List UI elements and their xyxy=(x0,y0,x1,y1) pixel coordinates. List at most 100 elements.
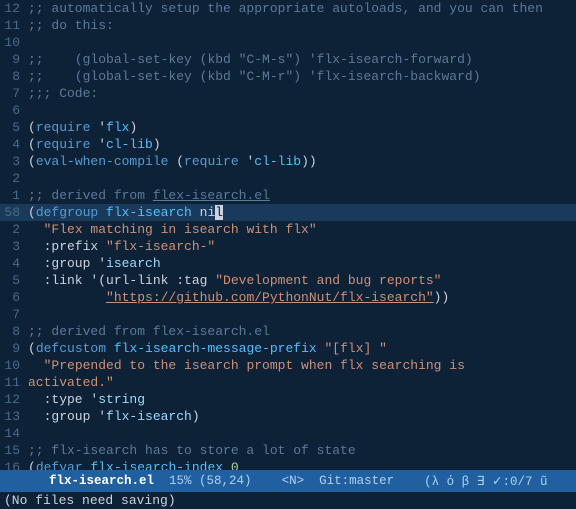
code-token: ) xyxy=(192,409,200,424)
status-filename: flx-isearch.el xyxy=(49,474,154,488)
code-token: )) xyxy=(434,290,450,305)
code-token: l xyxy=(215,205,223,220)
line-number: 58 xyxy=(0,204,28,221)
code-token: ( xyxy=(28,205,36,220)
line-number: 1 xyxy=(0,187,28,204)
line-content: :group 'flx-isearch) xyxy=(28,408,576,425)
code-line: 3(eval-when-compile (require 'cl-lib)) xyxy=(0,153,576,170)
line-number: 14 xyxy=(0,425,28,442)
code-line: 8;; derived from flex-isearch.el xyxy=(0,323,576,340)
code-line: 6 xyxy=(0,102,576,119)
status-lambda: (λ ό β ∃ ✓:0/7 ũ xyxy=(394,473,547,489)
code-line: 12;; automatically setup the appropriate… xyxy=(0,0,576,17)
code-token: ) xyxy=(153,137,161,152)
code-line: 10 xyxy=(0,34,576,51)
code-token: flx-isearch-index xyxy=(90,460,223,470)
code-token: )) xyxy=(301,154,317,169)
line-content: ;; (global-set-key (kbd "C-M-s") 'flx-is… xyxy=(28,51,576,68)
code-token: ;;; Code: xyxy=(28,86,98,101)
code-token: ) xyxy=(129,120,137,135)
mini-buffer-text: (No files need saving) xyxy=(4,493,176,508)
code-token: "flx-isearch-" xyxy=(106,239,215,254)
code-token xyxy=(28,290,106,305)
status-mode: <N> Git:master xyxy=(252,474,395,488)
code-token: :prefix xyxy=(28,239,106,254)
line-content: ;; do this: xyxy=(28,17,576,34)
line-number: 15 xyxy=(0,442,28,459)
line-number: 10 xyxy=(0,34,28,51)
line-content: "Prepended to the isearch prompt when fl… xyxy=(28,357,576,374)
code-token: :link '(url-link :tag xyxy=(28,273,215,288)
code-line: 11activated." xyxy=(0,374,576,391)
code-token xyxy=(106,341,114,356)
line-number: 4 xyxy=(0,255,28,272)
code-line: 3 :prefix "flx-isearch-" xyxy=(0,238,576,255)
code-token: flex-isearch.el xyxy=(153,188,270,203)
line-number: 12 xyxy=(0,391,28,408)
code-token: ' xyxy=(90,137,106,152)
line-number: 8 xyxy=(0,323,28,340)
line-number: 9 xyxy=(0,340,28,357)
code-token: (global-set-key (kbd "C-M-r") 'flx-isear… xyxy=(75,69,481,84)
line-content: ;; (global-set-key (kbd "C-M-r") 'flx-is… xyxy=(28,68,576,85)
line-content: (eval-when-compile (require 'cl-lib)) xyxy=(28,153,576,170)
code-token: ( xyxy=(28,120,36,135)
line-number: 11 xyxy=(0,374,28,391)
line-number: 16 xyxy=(0,459,28,470)
line-number: 7 xyxy=(0,85,28,102)
code-token: "Prepended to the isearch prompt when fl… xyxy=(44,358,465,373)
code-token: ;; derived from xyxy=(28,188,153,203)
code-token: string xyxy=(98,392,145,407)
line-content: ;; automatically setup the appropriate a… xyxy=(28,0,576,17)
code-token: ' xyxy=(90,120,106,135)
status-dashes-right: ------ xyxy=(548,474,576,488)
code-token: (global-set-key (kbd "C-M-s") 'flx-isear… xyxy=(75,52,473,67)
code-line: 10 "Prepended to the isearch prompt when… xyxy=(0,357,576,374)
code-line: 58(defgroup flx-isearch nil xyxy=(0,204,576,221)
code-line: 14 xyxy=(0,425,576,442)
line-content: (require 'cl-lib) xyxy=(28,136,576,153)
code-line: 9;; (global-set-key (kbd "C-M-s") 'flx-i… xyxy=(0,51,576,68)
code-token xyxy=(44,69,75,84)
mini-buffer: (No files need saving) xyxy=(0,492,576,509)
code-token: flx xyxy=(106,120,129,135)
code-token: cl-lib xyxy=(254,154,301,169)
code-token: eval-when-compile xyxy=(36,154,169,169)
code-line: 12 :type 'string xyxy=(0,391,576,408)
code-line: 11;; do this: xyxy=(0,17,576,34)
code-token xyxy=(98,205,106,220)
code-token: ;; derived from flex-isearch.el xyxy=(28,324,270,339)
code-token: :group ' xyxy=(28,409,106,424)
code-token xyxy=(223,460,231,470)
code-token xyxy=(28,222,44,237)
code-token: ;; xyxy=(28,52,44,67)
code-token: ( xyxy=(28,341,36,356)
code-token: require xyxy=(36,137,91,152)
code-token xyxy=(28,358,44,373)
code-line: 5(require 'flx) xyxy=(0,119,576,136)
line-number: 6 xyxy=(0,102,28,119)
status-percentage: 15% (58,24) xyxy=(154,474,252,488)
code-line: 16(defvar flx-isearch-index 0 xyxy=(0,459,576,470)
line-content: (require 'flx) xyxy=(28,119,576,136)
code-token: cl-lib xyxy=(106,137,153,152)
line-number: 3 xyxy=(0,238,28,255)
line-content: :prefix "flx-isearch-" xyxy=(28,238,576,255)
code-token xyxy=(44,52,75,67)
code-line: 9(defcustom flx-isearch-message-prefix "… xyxy=(0,340,576,357)
line-number: 3 xyxy=(0,153,28,170)
line-number: 7 xyxy=(0,306,28,323)
code-token: ;; xyxy=(28,69,44,84)
line-content: :group 'isearch xyxy=(28,255,576,272)
code-token: require xyxy=(184,154,239,169)
line-content: (defgroup flx-isearch nil xyxy=(28,204,576,221)
line-number: 9 xyxy=(0,51,28,68)
code-line: 4(require 'cl-lib) xyxy=(0,136,576,153)
code-line: 8;; (global-set-key (kbd "C-M-r") 'flx-i… xyxy=(0,68,576,85)
code-token: :type ' xyxy=(28,392,98,407)
line-number: 5 xyxy=(0,272,28,289)
code-token: ( xyxy=(28,137,36,152)
code-line: 7 xyxy=(0,306,576,323)
code-token: ;; do this: xyxy=(28,18,114,33)
code-line: 1;; derived from flex-isearch.el xyxy=(0,187,576,204)
